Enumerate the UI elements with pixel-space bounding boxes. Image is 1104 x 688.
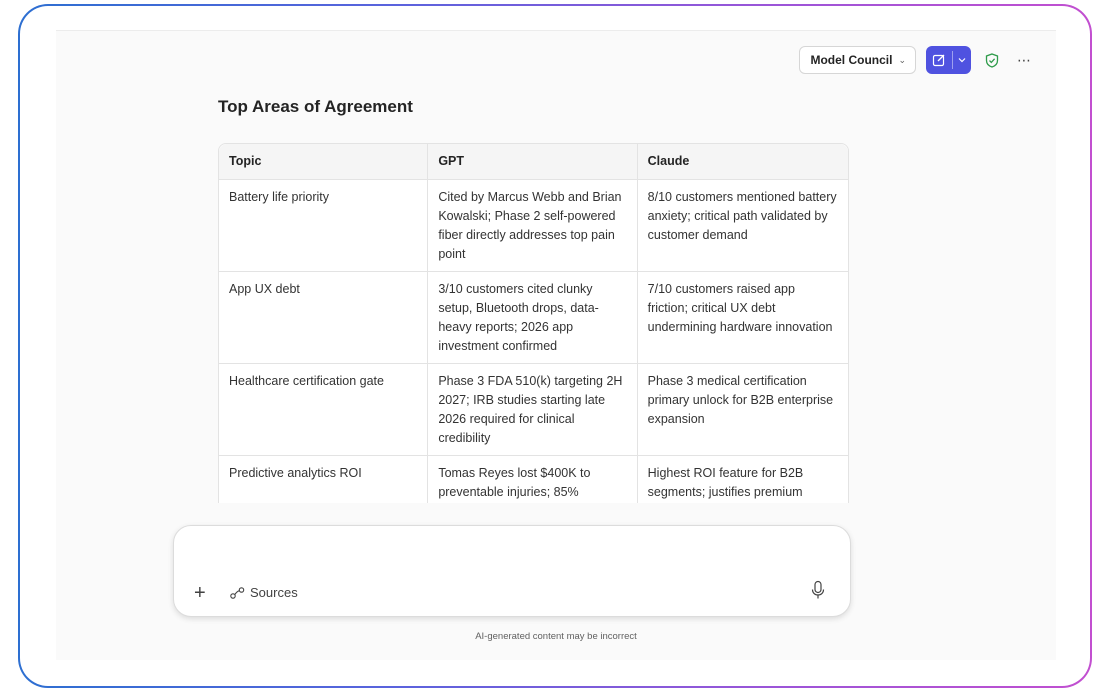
window-surface: Model Council ⌄ ⋯ Top Areas of Agreement…: [20, 6, 1090, 686]
cell-gpt: Tomas Reyes lost $400K to preventable in…: [427, 456, 636, 503]
compose-icon: [932, 54, 945, 67]
chat-app: Model Council ⌄ ⋯ Top Areas of Agreement…: [56, 30, 1056, 660]
more-icon: ⋯: [1017, 51, 1032, 68]
cell-topic: App UX debt: [219, 272, 428, 364]
top-toolbar: Model Council ⌄ ⋯: [799, 46, 1036, 74]
add-attachment-button[interactable]: +: [194, 583, 206, 603]
cell-claude: Phase 3 medical certification primary un…: [636, 364, 848, 456]
response-content: Top Areas of Agreement Topic GPT Claude: [218, 97, 850, 503]
column-header-claude: Claude: [636, 144, 848, 180]
microphone-icon: [811, 580, 825, 599]
table-row: Battery life priority Cited by Marcus We…: [219, 180, 848, 272]
column-header-gpt: GPT: [427, 144, 637, 180]
table-row: App UX debt 3/10 customers cited clunky …: [219, 272, 848, 364]
cell-claude: 7/10 customers raised app friction; crit…: [636, 272, 848, 364]
table-header-row: Topic GPT Claude: [219, 144, 848, 180]
cell-gpt: 3/10 customers cited clunky setup, Bluet…: [427, 272, 637, 364]
table-row: Healthcare certification gate Phase 3 FD…: [219, 364, 848, 456]
compose-dropdown-button[interactable]: [953, 46, 971, 74]
new-chat-split-button: [926, 46, 971, 74]
microphone-button[interactable]: [810, 580, 828, 602]
cell-topic: Healthcare certification gate: [219, 364, 428, 456]
compose-button[interactable]: [926, 46, 952, 74]
shield-button[interactable]: [981, 49, 1003, 71]
section-title: Top Areas of Agreement: [218, 97, 413, 116]
window-frame: Model Council ⌄ ⋯ Top Areas of Agreement…: [18, 4, 1092, 688]
message-input[interactable]: [194, 540, 830, 564]
column-header-topic: Topic: [219, 144, 428, 180]
cell-claude: Highest ROI feature for B2B segments; ju…: [636, 456, 848, 503]
chevron-down-icon: [958, 58, 966, 63]
agreement-table: Topic GPT Claude Battery life priority C…: [218, 143, 849, 503]
cell-topic: Predictive analytics ROI: [219, 456, 427, 503]
sources-label: Sources: [250, 585, 298, 600]
cell-gpt: Cited by Marcus Webb and Brian Kowalski;…: [427, 180, 637, 272]
plus-icon: +: [194, 582, 206, 604]
model-selector-button[interactable]: Model Council ⌄: [799, 46, 916, 74]
model-selector-label: Model Council: [810, 53, 893, 67]
chat-composer: + Sources: [173, 525, 851, 617]
sources-icon: [230, 586, 245, 599]
chevron-down-icon: ⌄: [898, 54, 906, 65]
ai-disclaimer: AI-generated content may be incorrect: [475, 631, 637, 642]
cell-topic: Battery life priority: [219, 180, 428, 272]
cell-gpt: Phase 3 FDA 510(k) targeting 2H 2027; IR…: [427, 364, 637, 456]
more-options-button[interactable]: ⋯: [1013, 52, 1036, 69]
cell-claude: 8/10 customers mentioned battery anxiety…: [636, 180, 848, 272]
table-row: Predictive analytics ROI Tomas Reyes los…: [219, 456, 848, 503]
sources-button[interactable]: Sources: [230, 585, 298, 600]
table-scroll-area[interactable]: Topic GPT Claude Battery life priority C…: [218, 143, 850, 503]
shield-check-icon: [985, 52, 999, 68]
